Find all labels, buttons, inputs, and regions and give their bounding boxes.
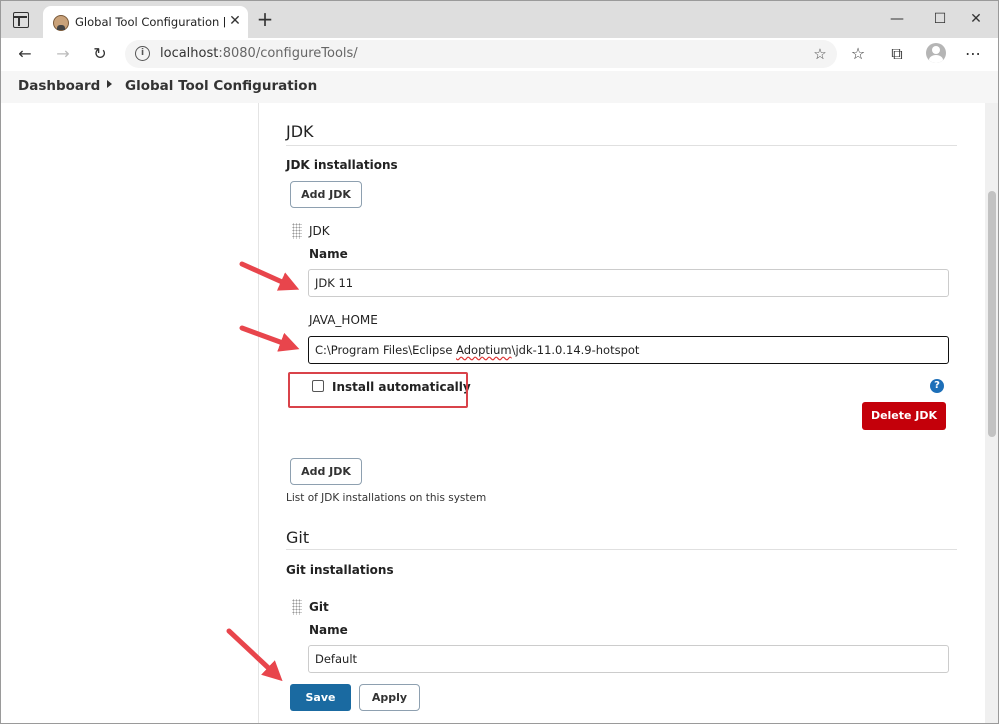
arrow-to-java-home-field (239, 325, 300, 352)
annotation-arrows (226, 261, 300, 682)
arrow-to-save-button (226, 628, 283, 682)
arrow-to-name-field (239, 261, 300, 291)
